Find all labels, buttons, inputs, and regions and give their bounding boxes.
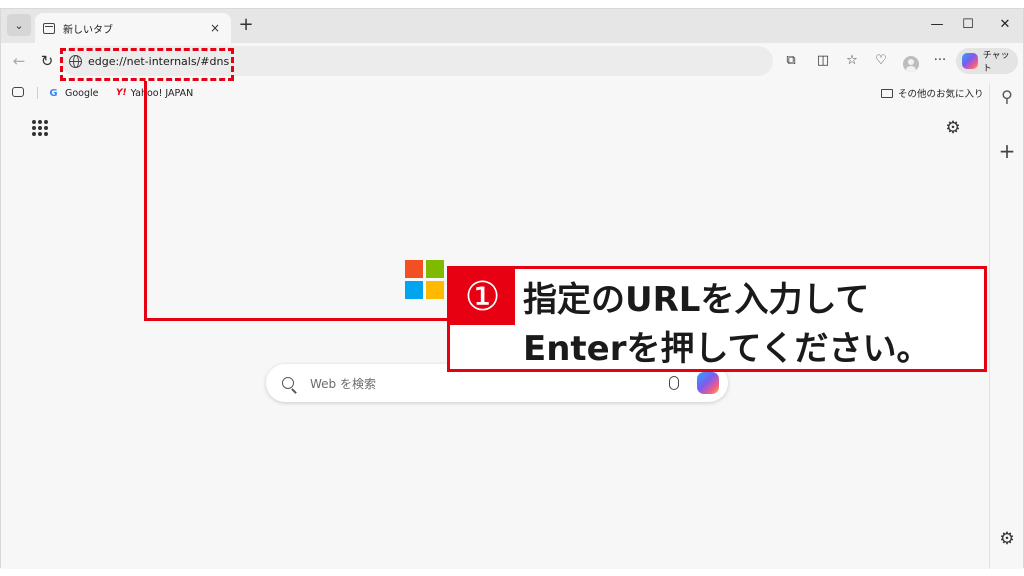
bookmark-google[interactable]: G Google <box>48 86 99 100</box>
favorites-icon[interactable]: ☆ <box>842 51 862 71</box>
copilot-icon <box>962 53 978 69</box>
favorites-bar: G Google Y! Yahoo! JAPAN その他のお気に入り <box>1 83 1023 103</box>
step-number: ① <box>450 269 515 325</box>
browser-essentials-icon[interactable]: ♡ <box>871 51 891 71</box>
tab-new-tab[interactable]: 新しいタブ × <box>35 13 231 43</box>
divider <box>37 87 38 99</box>
microphone-icon[interactable] <box>669 376 679 390</box>
instruction-callout: ① 指定のURLを入力して Enterを押してください。 <box>447 266 987 372</box>
sidebar-search-icon[interactable]: ⚲ <box>997 87 1017 107</box>
sidebar: ⚲ + ⚙ <box>989 83 1023 569</box>
search-input[interactable]: Web を検索 <box>310 375 669 392</box>
refresh-button[interactable]: ↻ <box>37 51 57 71</box>
search-icon <box>282 377 294 389</box>
new-tab-button[interactable]: + <box>236 15 256 35</box>
apps-launcher-icon[interactable] <box>32 120 48 136</box>
tab-list-button[interactable]: ⌄ <box>7 14 31 36</box>
page-settings-icon[interactable]: ⚙ <box>943 118 963 138</box>
tab-close-icon[interactable]: × <box>207 21 223 35</box>
chat-label: チャット <box>982 51 1010 74</box>
other-favorites-folder[interactable]: その他のお気に入り <box>881 86 984 100</box>
minimize-button[interactable]: — <box>923 15 951 35</box>
callout-connector <box>144 318 449 321</box>
collections-icon[interactable] <box>12 87 24 97</box>
callout-connector <box>144 81 147 321</box>
bookmark-yahoo-japan[interactable]: Y! Yahoo! JAPAN <box>116 86 193 100</box>
url-highlight-box <box>60 48 234 81</box>
sidebar-settings-icon[interactable]: ⚙ <box>997 529 1017 549</box>
sidebar-add-icon[interactable]: + <box>997 141 1017 161</box>
split-screen-icon[interactable]: ◫ <box>813 51 833 71</box>
google-icon: G <box>49 87 58 99</box>
microsoft-logo <box>405 260 445 300</box>
maximize-button[interactable]: ☐ <box>954 15 982 35</box>
browser-window: ⌄ 新しいタブ × + — ☐ ✕ ← ↻ edge://net-interna… <box>0 8 1024 569</box>
bookmark-label: Yahoo! JAPAN <box>130 87 194 99</box>
yahoo-icon: Y! <box>116 88 127 98</box>
instruction-line-2: Enterを押してください。 <box>523 329 931 369</box>
more-icon[interactable]: ··· <box>930 51 950 71</box>
close-window-button[interactable]: ✕ <box>991 15 1019 35</box>
tab-bar: ⌄ 新しいタブ × + — ☐ ✕ <box>1 9 1023 43</box>
tab-title: 新しいタブ <box>63 24 113 36</box>
instruction-line-1: 指定のURLを入力して <box>523 280 870 320</box>
profile-icon[interactable] <box>903 56 919 72</box>
copilot-icon[interactable] <box>697 372 719 394</box>
chat-button[interactable]: チャット <box>956 48 1018 74</box>
bookmark-label: Google <box>65 87 99 99</box>
folder-icon <box>881 88 893 98</box>
new-tab-page-icon <box>43 22 55 34</box>
other-favorites-label: その他のお気に入り <box>898 89 984 100</box>
extensions-icon[interactable]: ⧉ <box>781 51 801 71</box>
back-button[interactable]: ← <box>9 51 29 71</box>
